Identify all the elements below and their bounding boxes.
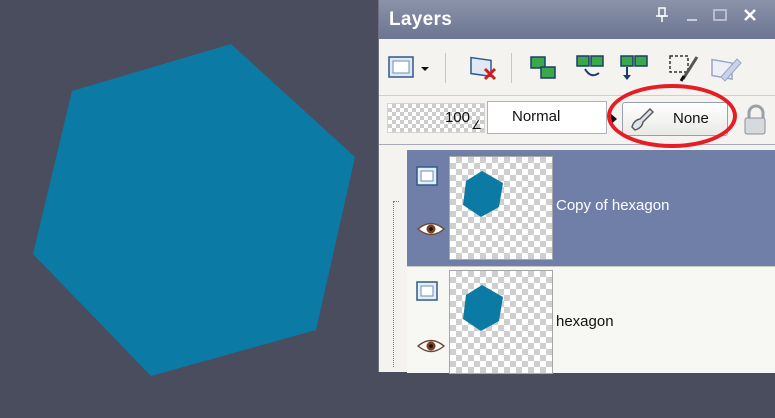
maximize-icon[interactable] (709, 7, 731, 29)
toolbar-separator (445, 53, 446, 83)
highlight-annotation (607, 84, 737, 148)
visibility-eye-icon[interactable] (416, 220, 446, 238)
hexagon-thumbnail (463, 285, 503, 331)
tree-connector (393, 201, 395, 367)
layer-row-copy-of-hexagon[interactable]: Copy of hexagon (407, 150, 775, 266)
palette-titlebar[interactable]: Layers (379, 0, 775, 39)
blend-mode-select[interactable]: Normal (487, 101, 607, 134)
layers-list: Copy of hexagon hexagon (379, 145, 775, 374)
palette-title: Layers (389, 9, 453, 30)
opacity-field[interactable]: 100 ∠ (387, 103, 485, 133)
promote-selection-icon[interactable] (667, 51, 701, 85)
close-icon[interactable] (739, 7, 761, 29)
opacity-value: 100 (444, 109, 470, 126)
tree-connector (393, 201, 399, 202)
opacity-spin-icon[interactable]: ∠ (471, 118, 482, 132)
hexagon-shape[interactable] (33, 44, 355, 376)
delete-layer-icon[interactable] (467, 51, 501, 85)
pin-icon[interactable] (651, 7, 673, 29)
layers-toolbar (379, 39, 775, 96)
edit-selection-icon[interactable] (709, 51, 743, 85)
blend-mode-value: Normal (512, 108, 561, 125)
duplicate-layer-icon[interactable] (527, 51, 561, 85)
layer-name: hexagon (556, 313, 614, 330)
layer-thumbnail (449, 156, 553, 260)
image-canvas[interactable] (0, 0, 378, 418)
raster-layer-icon[interactable] (415, 279, 441, 305)
merge-down-icon[interactable] (575, 51, 609, 85)
layers-palette: Layers 100 ∠ Normal None Copy of hexagon… (378, 0, 775, 374)
visibility-eye-icon[interactable] (416, 337, 446, 355)
toolbar-separator (511, 53, 512, 83)
minimize-icon[interactable] (681, 7, 703, 29)
workspace-background (378, 372, 775, 418)
merge-all-icon[interactable] (619, 51, 653, 85)
lock-icon[interactable] (741, 104, 771, 136)
new-layer-icon[interactable] (385, 51, 433, 85)
hexagon-thumbnail (463, 171, 503, 217)
raster-layer-icon[interactable] (415, 164, 441, 190)
layer-row-hexagon[interactable]: hexagon (407, 266, 775, 374)
layer-thumbnail (449, 270, 553, 374)
layer-name: Copy of hexagon (556, 197, 670, 214)
canvas-svg (33, 44, 355, 376)
